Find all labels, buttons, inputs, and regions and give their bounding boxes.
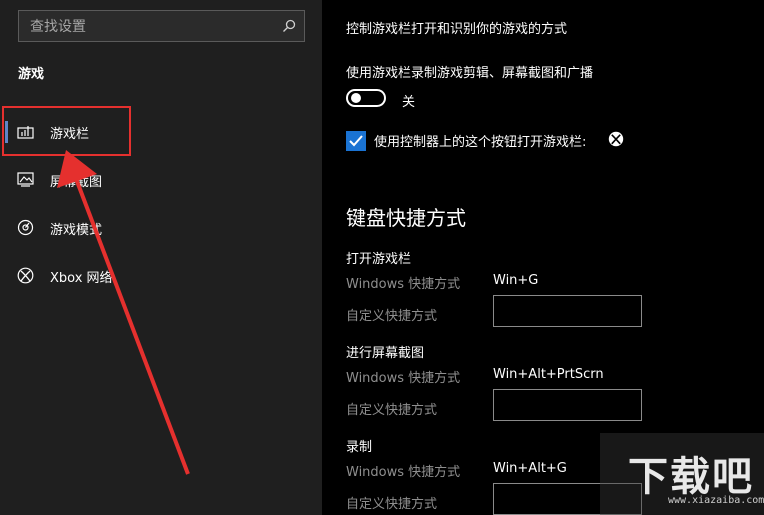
xbox-button-icon — [608, 131, 624, 147]
windows-shortcut-label: Windows 快捷方式 — [346, 277, 461, 292]
toggle-state-label: 关 — [402, 95, 416, 110]
windows-shortcut-value: Win+G — [493, 273, 539, 288]
custom-shortcut-input[interactable] — [493, 295, 642, 327]
shortcut-group-title: 打开游戏栏 — [346, 252, 412, 267]
record-setting-label: 使用游戏栏录制游戏剪辑、屏幕截图和广播 — [346, 66, 594, 81]
windows-shortcut-label: Windows 快捷方式 — [346, 465, 461, 480]
windows-shortcut-value: Win+Alt+G — [493, 461, 567, 476]
windows-shortcut-label: Windows 快捷方式 — [346, 371, 461, 386]
toggle-knob — [351, 93, 361, 103]
controller-button-checkbox[interactable] — [346, 131, 366, 151]
custom-shortcut-label: 自定义快捷方式 — [346, 497, 438, 512]
shortcut-group-title: 录制 — [346, 440, 373, 455]
windows-shortcut-value: Win+Alt+PrtScrn — [493, 367, 604, 382]
record-toggle[interactable] — [346, 89, 386, 107]
description-text: 控制游戏栏打开和识别你的游戏的方式 — [346, 22, 568, 37]
watermark-text: 下载吧 — [628, 454, 754, 500]
custom-shortcut-label: 自定义快捷方式 — [346, 403, 438, 418]
custom-shortcut-input[interactable] — [493, 389, 642, 421]
checkmark-icon — [349, 135, 363, 147]
custom-shortcut-label: 自定义快捷方式 — [346, 309, 438, 324]
checkbox-label: 使用控制器上的这个按钮打开游戏栏: — [374, 135, 587, 150]
keyboard-shortcuts-heading: 键盘快捷方式 — [346, 206, 466, 230]
shortcut-group-title: 进行屏幕截图 — [346, 346, 425, 361]
watermark-url: www.xiazaiba.com — [668, 495, 764, 506]
